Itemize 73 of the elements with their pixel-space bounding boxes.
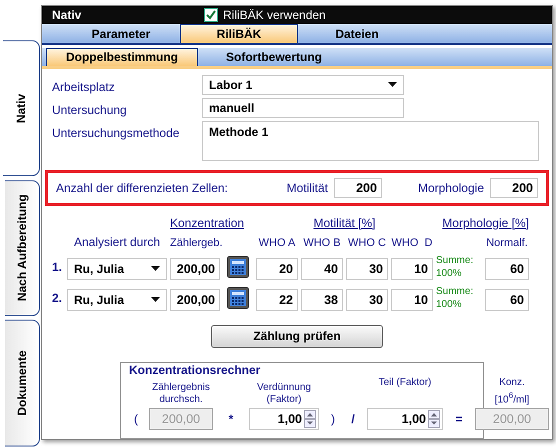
operator: ) [330, 412, 336, 426]
input-field[interactable]: 10 [391, 258, 433, 280]
side-tab[interactable]: Nativ [3, 40, 40, 176]
sum-value: 100% [436, 268, 462, 279]
spin-field[interactable]: 1,00 [249, 408, 319, 430]
dropdown[interactable]: Ru, Julia [67, 288, 167, 311]
text-area[interactable]: Methode 1 [202, 120, 539, 161]
input-field[interactable]: 30 [346, 258, 388, 280]
group-header: Motilität [%] [313, 216, 376, 230]
input-field[interactable]: 60 [485, 288, 529, 311]
column-header: Zählergeb. [170, 236, 220, 249]
spin-field[interactable]: 1,00 [367, 408, 443, 430]
field-label: Zählergebnis durchsch. [151, 382, 211, 406]
sum-value: 100% [436, 298, 462, 310]
operator: * [228, 412, 234, 426]
field-label: Arbeitsplatz [52, 78, 116, 94]
input-field[interactable]: 20 [256, 258, 298, 280]
spin-arrows-icon[interactable] [304, 410, 316, 428]
input-field[interactable]: 200 [334, 178, 382, 198]
input-field[interactable]: manuell [202, 98, 404, 118]
field-label: Anzahl der differenzieten Zellen: [56, 180, 229, 195]
input-field[interactable]: 200,00 [170, 258, 220, 280]
input-field[interactable]: 22 [256, 288, 298, 311]
check-icon [206, 10, 216, 20]
column-header: WHO C [347, 236, 387, 249]
column-header: Analysiert durch [72, 234, 162, 249]
operator: / [350, 412, 356, 426]
checkbox[interactable]: RiliBÄK verwenden [204, 8, 326, 22]
spin-arrows-icon[interactable] [428, 410, 440, 428]
side-tab[interactable]: Nach Aufbereitung [5, 180, 40, 316]
tab[interactable]: Sofortbewertung [198, 48, 350, 66]
sum-label: Summe: [436, 254, 474, 266]
column-header: WHO A [258, 236, 296, 249]
field-label: Untersuchungsmethode [52, 124, 180, 140]
input-field[interactable]: 30 [346, 288, 388, 311]
field-label: Motilität [286, 180, 328, 195]
calculator-icon[interactable] [227, 286, 249, 309]
readonly-field: 200,00 [475, 408, 549, 430]
check-count-button[interactable]: Zählung prüfen [211, 324, 383, 348]
panel-title: Nativ [52, 8, 82, 22]
input-field[interactable]: 38 [301, 288, 343, 311]
group-header: Konzentration [170, 216, 244, 230]
tab[interactable]: Dateien [298, 24, 416, 44]
tab[interactable]: RiliBÄK [180, 24, 298, 44]
input-field[interactable]: 40 [301, 258, 343, 280]
row-number: 2. [52, 290, 64, 305]
field-label: Konz. [10$^{6}$/ml] [494, 376, 530, 406]
dropdown[interactable]: Labor 1 [202, 74, 404, 95]
field-label: Morphologie [418, 180, 484, 195]
dropdown-arrow-icon [151, 266, 160, 272]
column-header: WHO B [302, 236, 342, 249]
tab[interactable]: Parameter [62, 24, 180, 44]
input-field[interactable]: 10 [391, 288, 433, 311]
input-field[interactable]: 60 [485, 258, 529, 280]
readonly-field: 200,00 [149, 408, 213, 430]
field-label: Verdünnung (Faktor) [256, 382, 312, 406]
sum-label: Summe: [436, 286, 474, 297]
input-field[interactable]: 200,00 [170, 288, 220, 311]
tab[interactable]: Doppelbestimmung [46, 48, 198, 66]
column-header: WHO D [391, 236, 433, 249]
dropdown-arrow-icon [388, 82, 397, 88]
group-header: Morphologie [%] [442, 216, 529, 230]
side-tab[interactable]: Dokumente [5, 320, 40, 447]
field-label: Teil (Faktor) [378, 376, 432, 389]
operator: = [454, 412, 464, 426]
column-header: Normalf. [485, 236, 529, 249]
dropdown[interactable]: Ru, Julia [67, 258, 167, 280]
input-field[interactable]: 200 [490, 178, 538, 198]
calculator-icon[interactable] [227, 256, 249, 278]
operator: ( [133, 412, 139, 426]
field-label: Untersuchung [52, 102, 128, 117]
row-number: 1. [52, 260, 64, 274]
dropdown-arrow-icon [151, 297, 160, 302]
